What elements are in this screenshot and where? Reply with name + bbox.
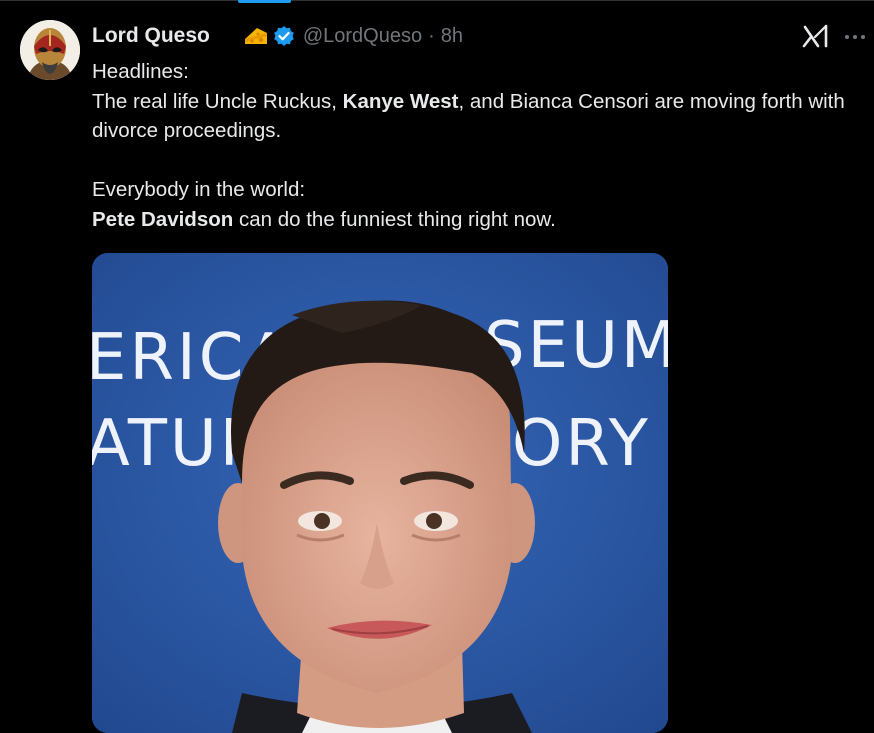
tweet-line-everybody: Everybody in the world:: [92, 178, 306, 201]
top-divider: [0, 0, 874, 1]
grok-icon[interactable]: [801, 22, 831, 50]
tweet-line-punchline: Pete Davidson can do the funniest thing …: [92, 205, 852, 235]
tweet-header: Lord Queso @LordQueso · 8h: [92, 22, 463, 50]
mention-kanye-west: Kanye West: [342, 89, 459, 113]
tweet-line-headlines: Headlines:: [92, 60, 189, 83]
avatar[interactable]: [20, 20, 80, 80]
mention-pete-davidson: Pete Davidson: [92, 207, 234, 231]
tweet-text-segment: The real life Uncle Ruckus,: [92, 89, 343, 113]
tweet-timestamp[interactable]: 8h: [441, 25, 463, 48]
more-options-icon[interactable]: [843, 33, 867, 41]
tweet-line-news: The real life Uncle Ruckus, Kanye West, …: [92, 87, 852, 146]
author-display-name[interactable]: Lord Queso: [92, 24, 210, 48]
separator-dot: ·: [428, 24, 435, 47]
active-tab-indicator: [238, 0, 291, 3]
author-handle[interactable]: @LordQueso: [303, 25, 422, 48]
tweet-text-segment: can do the funniest thing right now.: [233, 207, 556, 231]
tweet-media-photo[interactable]: ERICA SEUM ATUR ORY: [92, 253, 668, 733]
luchador-mask-avatar-icon: [20, 20, 80, 80]
cheese-icon: [243, 25, 269, 47]
backdrop-text-bottom-right: ORY: [512, 407, 651, 481]
tweet-text: Headlines: The real life Uncle Ruckus, K…: [92, 57, 852, 234]
verified-badge-icon[interactable]: [273, 25, 295, 47]
photo-illustration: ERICA SEUM ATUR ORY: [92, 253, 668, 733]
